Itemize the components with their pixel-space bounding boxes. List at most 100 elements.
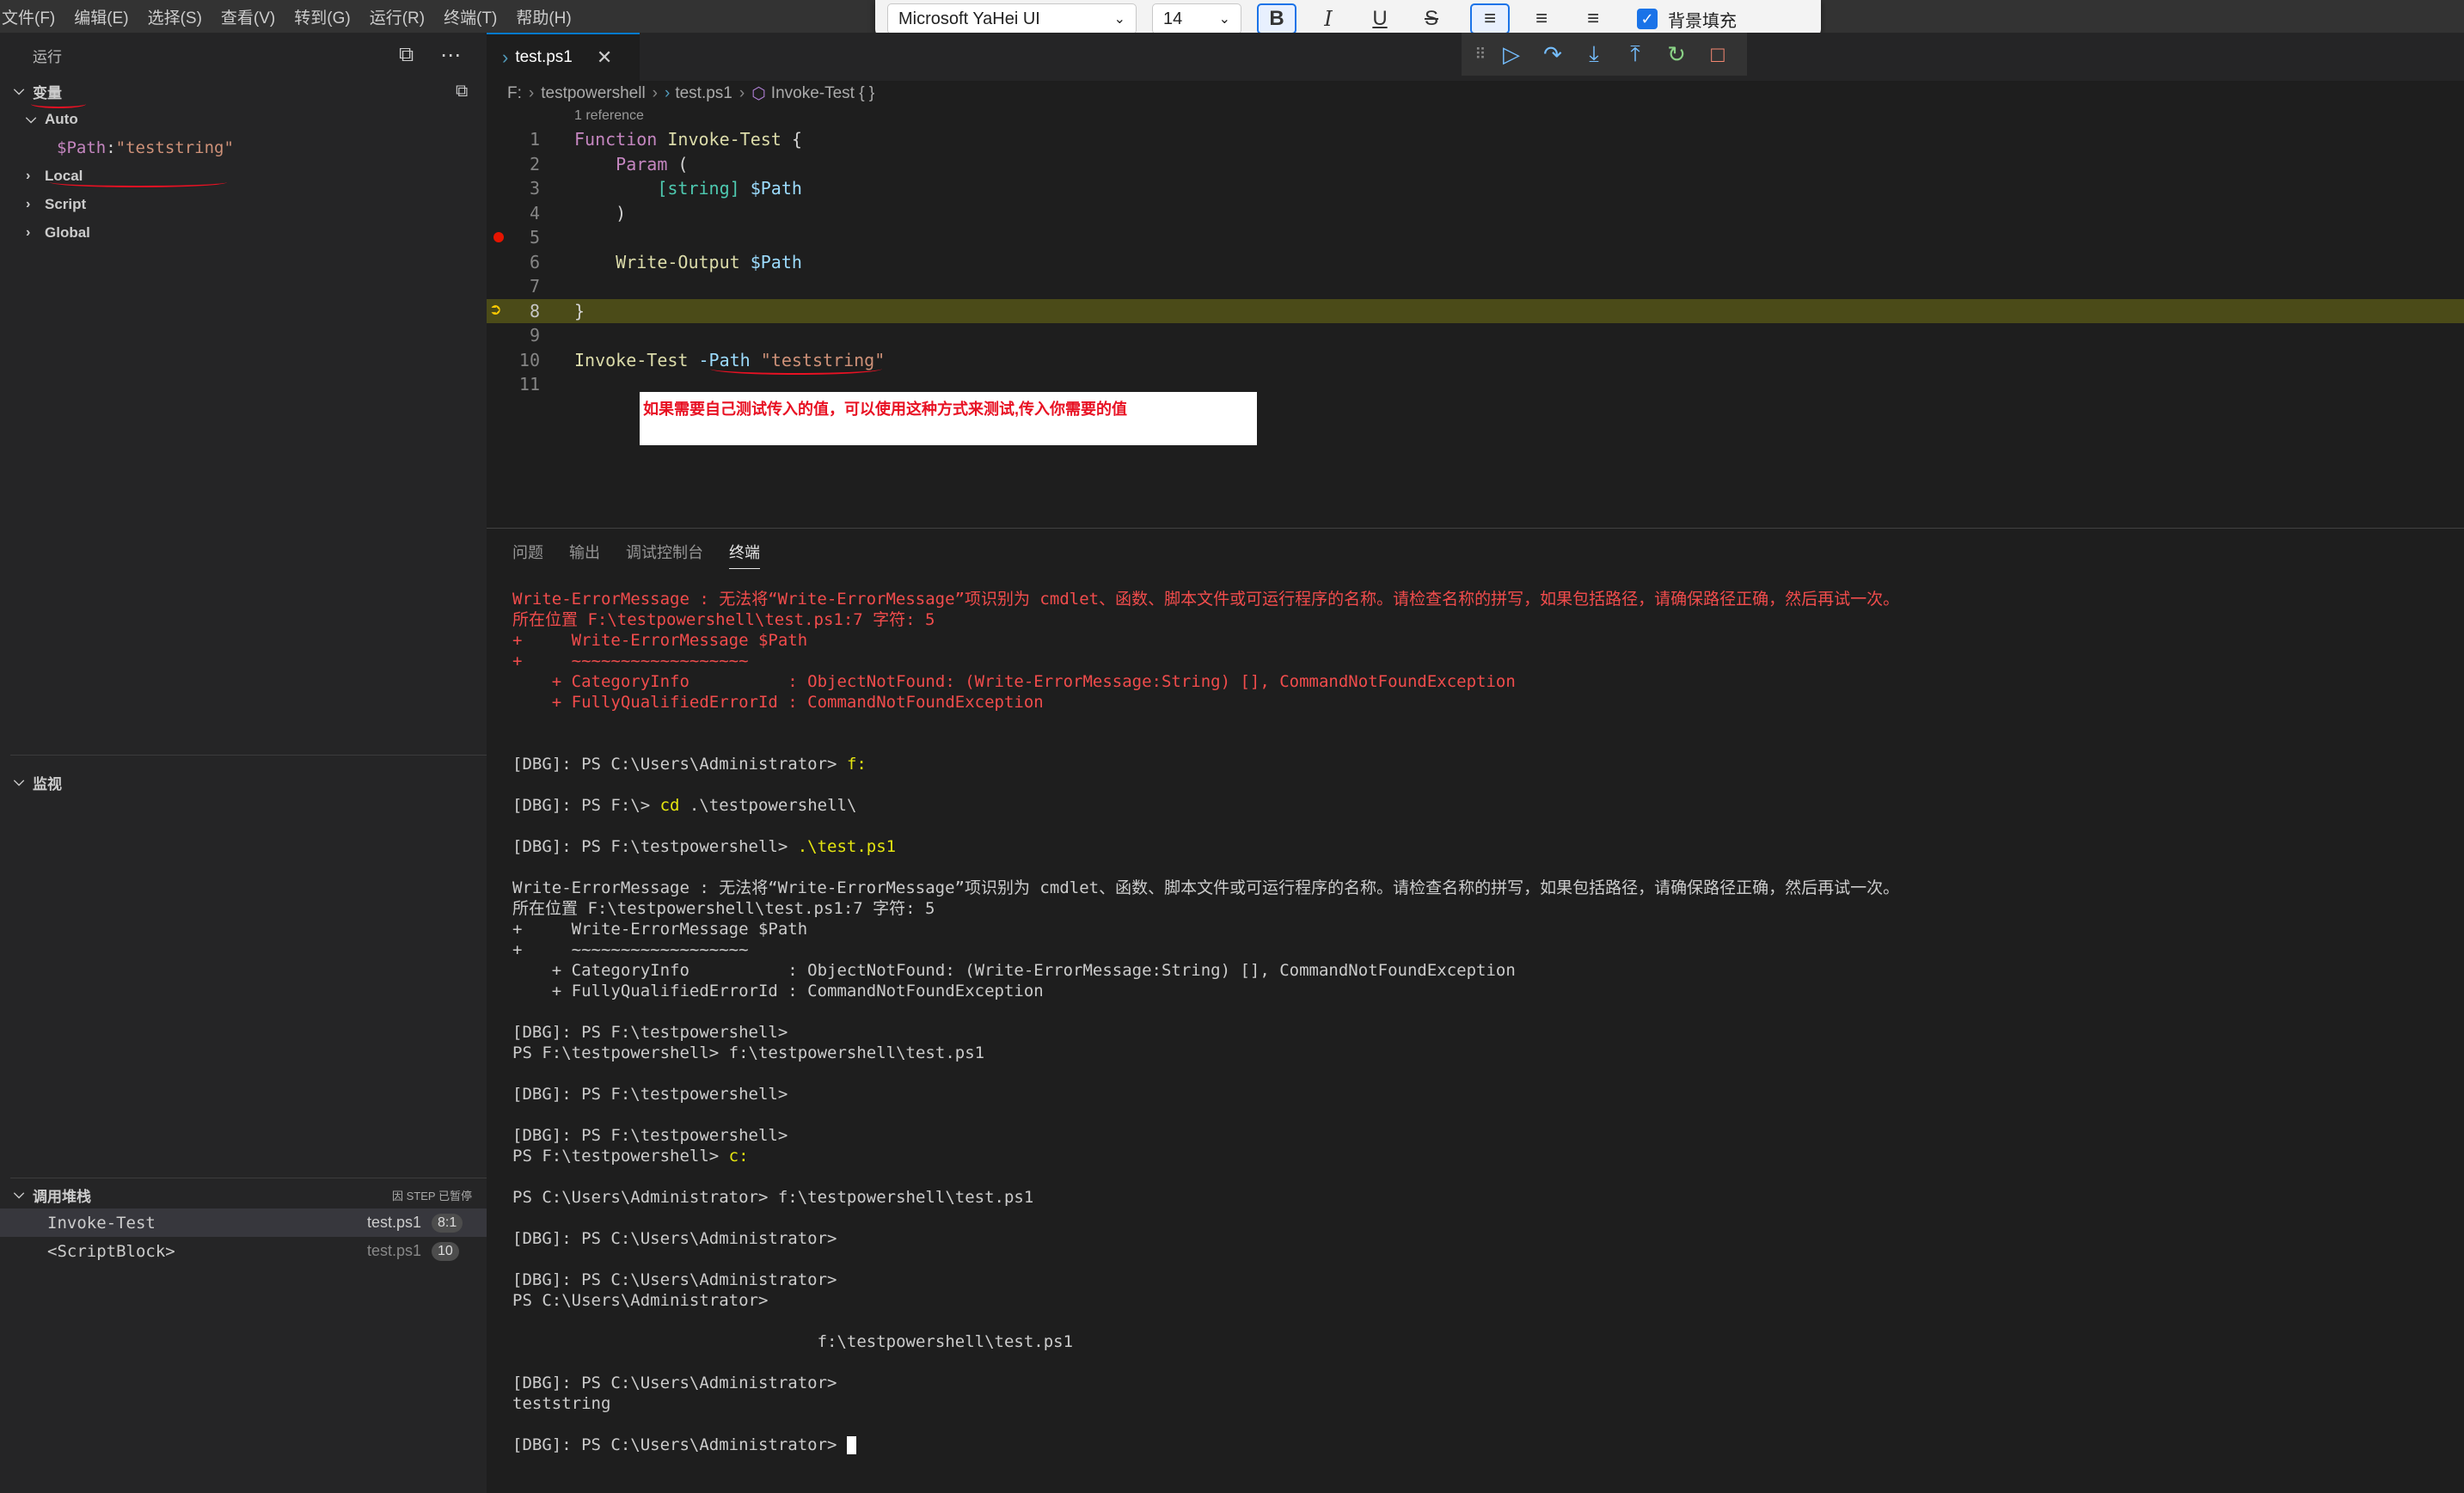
terminal-line: PS F:\testpowershell> c:	[512, 1147, 749, 1166]
chevron-down-icon: ⌄	[1218, 12, 1230, 27]
breadcrumb: F: › testpowershell › › test.ps1 › ⬡ Inv…	[487, 81, 2464, 107]
bottom-panel: 问题 输出 调试控制台 终端 Write-ErrorMessage : 无法将“…	[487, 528, 2464, 1493]
font-family-select[interactable]: Microsoft YaHei UI ⌄	[887, 3, 1137, 34]
menu-item[interactable]: 终端(T)	[444, 5, 507, 28]
menu-item[interactable]: 选择(S)	[148, 5, 212, 28]
code-line: 5	[487, 225, 2464, 250]
codelens-references[interactable]: 1 reference	[574, 108, 644, 124]
tab-output[interactable]: 输出	[569, 541, 600, 569]
tab-terminal[interactable]: 终端	[729, 541, 760, 569]
chevron-right-icon: ›	[26, 196, 31, 211]
variables-title: 变量	[33, 84, 62, 101]
breadcrumb-drive[interactable]: F:	[507, 84, 522, 103]
terminal-line: + Write-ErrorMessage $Path	[512, 920, 808, 939]
terminal-line: [DBG]: PS C:\Users\Administrator>	[512, 1270, 837, 1289]
annotation-note: 如果需要自己测试传入的值，可以使用这种方式来测试,传入你需要的值	[640, 392, 1257, 445]
code-line: 6 Write-Output $Path	[529, 251, 802, 272]
tab-problems[interactable]: 问题	[512, 541, 543, 569]
chevron-down-icon: ⌵	[14, 1187, 25, 1202]
align-left-icon: ≡	[1483, 7, 1496, 30]
menu-item[interactable]: 帮助(H)	[516, 5, 581, 28]
breadcrumb-symbol[interactable]: Invoke-Test { }	[771, 84, 874, 103]
variable-path[interactable]: $Path: "teststring"	[0, 133, 487, 162]
code-editor[interactable]: 1 reference 1 Function Invoke-Test { 2 P…	[487, 107, 2464, 528]
terminal-line: + Write-ErrorMessage $Path	[512, 631, 808, 650]
close-icon[interactable]: ✕	[597, 46, 612, 69]
step-out-icon[interactable]: ⤒	[1615, 40, 1656, 68]
terminal-cursor	[846, 1436, 856, 1454]
terminal-line: [DBG]: PS F:\testpowershell>	[512, 1023, 788, 1042]
terminal-line: + CategoryInfo : ObjectNotFound: (Write-…	[512, 961, 1516, 980]
chevron-right-icon: ›	[652, 84, 658, 102]
tab-test-ps1[interactable]: › test.ps1 ✕	[487, 33, 640, 81]
align-center-button[interactable]: ≡	[1522, 3, 1561, 34]
background-fill-checkbox[interactable]: ✓ 背景填充	[1637, 7, 1737, 32]
breadcrumb-file[interactable]: test.ps1	[675, 84, 732, 103]
paused-status: 因 STEP 已暂停	[392, 1189, 472, 1202]
divider	[10, 755, 487, 756]
powershell-icon: ›	[502, 46, 509, 68]
terminal-line: [DBG]: PS F:\testpowershell>	[512, 1126, 788, 1145]
menu-item[interactable]: 运行(R)	[370, 5, 435, 28]
chevron-right-icon: ›	[26, 168, 31, 183]
code-line: 3 [string] $Path	[529, 178, 802, 199]
terminal-line: 所在位置 F:\testpowershell\test.ps1:7 字符: 5	[512, 610, 935, 629]
terminal-line: f:\testpowershell\test.ps1	[512, 1332, 1074, 1351]
terminal-line: 所在位置 F:\testpowershell\test.ps1:7 字符: 5	[512, 899, 935, 918]
step-into-icon[interactable]: ⤓	[1573, 40, 1615, 68]
terminal-line: [DBG]: PS F:\testpowershell>	[512, 1085, 788, 1104]
callstack-section-header[interactable]: ⌵ 调用堆栈 因 STEP 已暂停	[0, 1181, 487, 1208]
stop-icon[interactable]: □	[1697, 41, 1738, 68]
tab-debug-console[interactable]: 调试控制台	[626, 541, 703, 569]
run-view-header: 运行 ⧉ ⋯	[0, 33, 487, 77]
chevron-down-icon: ⌵	[26, 111, 37, 126]
stack-frame[interactable]: <ScriptBlock> test.ps1 10	[0, 1237, 487, 1265]
align-right-icon: ≡	[1586, 7, 1599, 30]
chevron-down-icon: ⌵	[14, 774, 25, 789]
stack-frame[interactable]: Invoke-Test test.ps1 8:1	[0, 1208, 487, 1237]
align-right-button[interactable]: ≡	[1573, 3, 1613, 34]
scope-script[interactable]: › Script	[0, 190, 487, 218]
run-view-title: 运行	[33, 48, 62, 65]
terminal-line: + ~~~~~~~~~~~~~~~~~~	[512, 940, 749, 959]
scope-global[interactable]: › Global	[0, 218, 487, 247]
collapse-all-icon[interactable]: ⧉	[456, 82, 468, 101]
drag-handle-icon[interactable]: ⠿	[1470, 46, 1491, 64]
terminal-line: PS F:\testpowershell> f:\testpowershell\…	[512, 1043, 985, 1062]
more-actions-icon[interactable]: ⋯	[440, 43, 461, 68]
font-size-select[interactable]: 14 ⌄	[1152, 3, 1241, 34]
menu-item[interactable]: 文件(F)	[2, 5, 65, 28]
align-left-button[interactable]: ≡	[1470, 3, 1510, 34]
scope-auto[interactable]: ⌵ Auto	[0, 105, 487, 133]
italic-button[interactable]: I	[1309, 3, 1348, 34]
terminal-output[interactable]: Write-ErrorMessage : 无法将“Write-ErrorMess…	[512, 589, 2447, 1455]
powershell-icon: ›	[665, 84, 671, 102]
menu-item[interactable]: 查看(V)	[221, 5, 285, 28]
chevron-down-icon: ⌵	[14, 83, 25, 98]
chevron-right-icon: ›	[26, 224, 31, 240]
continue-icon[interactable]: ▷	[1491, 41, 1532, 68]
bold-button[interactable]: B	[1257, 3, 1296, 34]
terminal-line: [DBG]: PS F:\> cd .\testpowershell\	[512, 796, 857, 815]
menu-item[interactable]: 编辑(E)	[74, 5, 138, 28]
step-over-icon[interactable]: ↷	[1532, 41, 1573, 68]
terminal-line: PS C:\Users\Administrator>	[512, 1291, 769, 1310]
annotation-underline	[31, 100, 86, 108]
underline-button[interactable]: U	[1360, 3, 1400, 34]
restart-icon[interactable]: ↻	[1656, 41, 1697, 68]
terminal-line: Write-ErrorMessage : 无法将“Write-ErrorMess…	[512, 878, 1900, 897]
open-launch-config-icon[interactable]: ⧉	[399, 43, 414, 67]
code-line: 7	[529, 276, 540, 297]
strikethrough-button[interactable]: S	[1412, 3, 1451, 34]
menu-item[interactable]: 转到(G)	[294, 5, 360, 28]
breadcrumb-folder[interactable]: testpowershell	[541, 84, 645, 103]
watch-section-header[interactable]: ⌵ 监视	[0, 768, 487, 796]
terminal-line: teststring	[512, 1394, 611, 1413]
